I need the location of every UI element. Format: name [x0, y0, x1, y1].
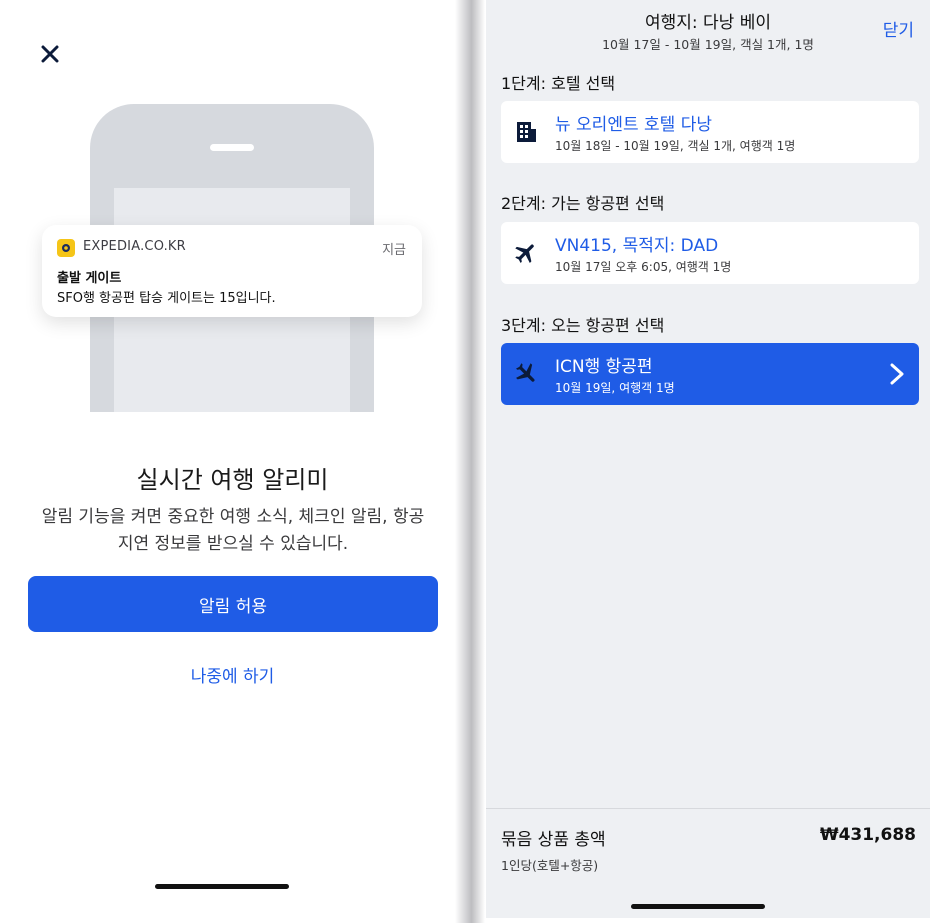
trip-subtitle: 10월 17일 - 10월 19일, 객실 1개, 1명: [602, 37, 814, 52]
outbound-flight-card[interactable]: VN415, 목적지: DAD 10월 17일 오후 6:05, 여행객 1명: [501, 222, 919, 284]
sample-notification: EXPEDIA.CO.KR 지금 출발 게이트 SFO행 항공편 탑승 게이트는…: [42, 225, 422, 317]
expedia-app-icon: [57, 239, 75, 257]
step-label-hotel: 1단계: 호텔 선택: [501, 74, 616, 93]
outbound-flight-title: VN415, 목적지: DAD: [555, 236, 719, 256]
notification-title: 출발 게이트: [57, 271, 122, 286]
notification-body: SFO행 항공편 탑승 게이트는 15입니다.: [57, 291, 276, 306]
return-flight-card[interactable]: ICN행 항공편 10월 19일, 여행객 1명: [501, 343, 919, 405]
later-link[interactable]: 나중에 하기: [0, 662, 465, 687]
trip-builder-screen: 여행지: 다낭 베이 10월 17일 - 10월 19일, 객실 1개, 1명 …: [486, 0, 930, 918]
page-title: 실시간 여행 알리미: [136, 466, 329, 494]
close-button[interactable]: [34, 38, 66, 70]
close-button[interactable]: 닫기: [883, 16, 914, 41]
return-flight-details: 10월 19일, 여행객 1명: [555, 381, 675, 395]
notification-time: 지금: [382, 243, 406, 258]
header: 여행지: 다낭 베이 10월 17일 - 10월 19일, 객실 1개, 1명 …: [486, 0, 930, 60]
chevron-right-icon: [890, 363, 904, 385]
step-label-return: 3단계: 오는 항공편 선택: [501, 316, 665, 335]
package-total-sub: 1인당(호텔+항공): [501, 858, 599, 873]
package-total-label: 묶음 상품 총액: [501, 830, 606, 850]
screen-divider: [455, 0, 485, 923]
hotel-details: 10월 18일 - 10월 19일, 객실 1개, 여행객 1명: [555, 139, 796, 153]
notification-permission-screen: EXPEDIA.CO.KR 지금 출발 게이트 SFO행 항공편 탑승 게이트는…: [0, 0, 465, 923]
allow-notifications-button[interactable]: 알림 허용: [28, 576, 438, 632]
hotel-card[interactable]: 뉴 오리엔트 호텔 다낭 10월 18일 - 10월 19일, 객실 1개, 여…: [501, 101, 919, 163]
hotel-name: 뉴 오리엔트 호텔 다낭: [555, 115, 712, 135]
plane-icon: [513, 240, 539, 266]
hotel-icon: [513, 119, 539, 145]
outbound-flight-details: 10월 17일 오후 6:05, 여행객 1명: [555, 260, 732, 274]
step-label-outbound: 2단계: 가는 항공편 선택: [501, 194, 665, 213]
home-indicator: [631, 904, 765, 909]
plane-icon: [513, 361, 539, 387]
close-icon: [41, 45, 59, 63]
trip-title: 여행지: 다낭 베이: [644, 13, 771, 33]
package-total-footer: 묶음 상품 총액 ₩431,688 1인당(호텔+항공): [486, 808, 930, 918]
home-indicator: [155, 884, 289, 889]
phone-speaker: [210, 144, 254, 151]
package-total-price: ₩431,688: [819, 825, 916, 845]
page-description: 알림 기능을 켜면 중요한 여행 소식, 체크인 알림, 항공 지연 정보를 받…: [41, 507, 425, 554]
return-flight-title: ICN행 항공편: [555, 357, 653, 377]
notification-app-name: EXPEDIA.CO.KR: [83, 239, 186, 254]
